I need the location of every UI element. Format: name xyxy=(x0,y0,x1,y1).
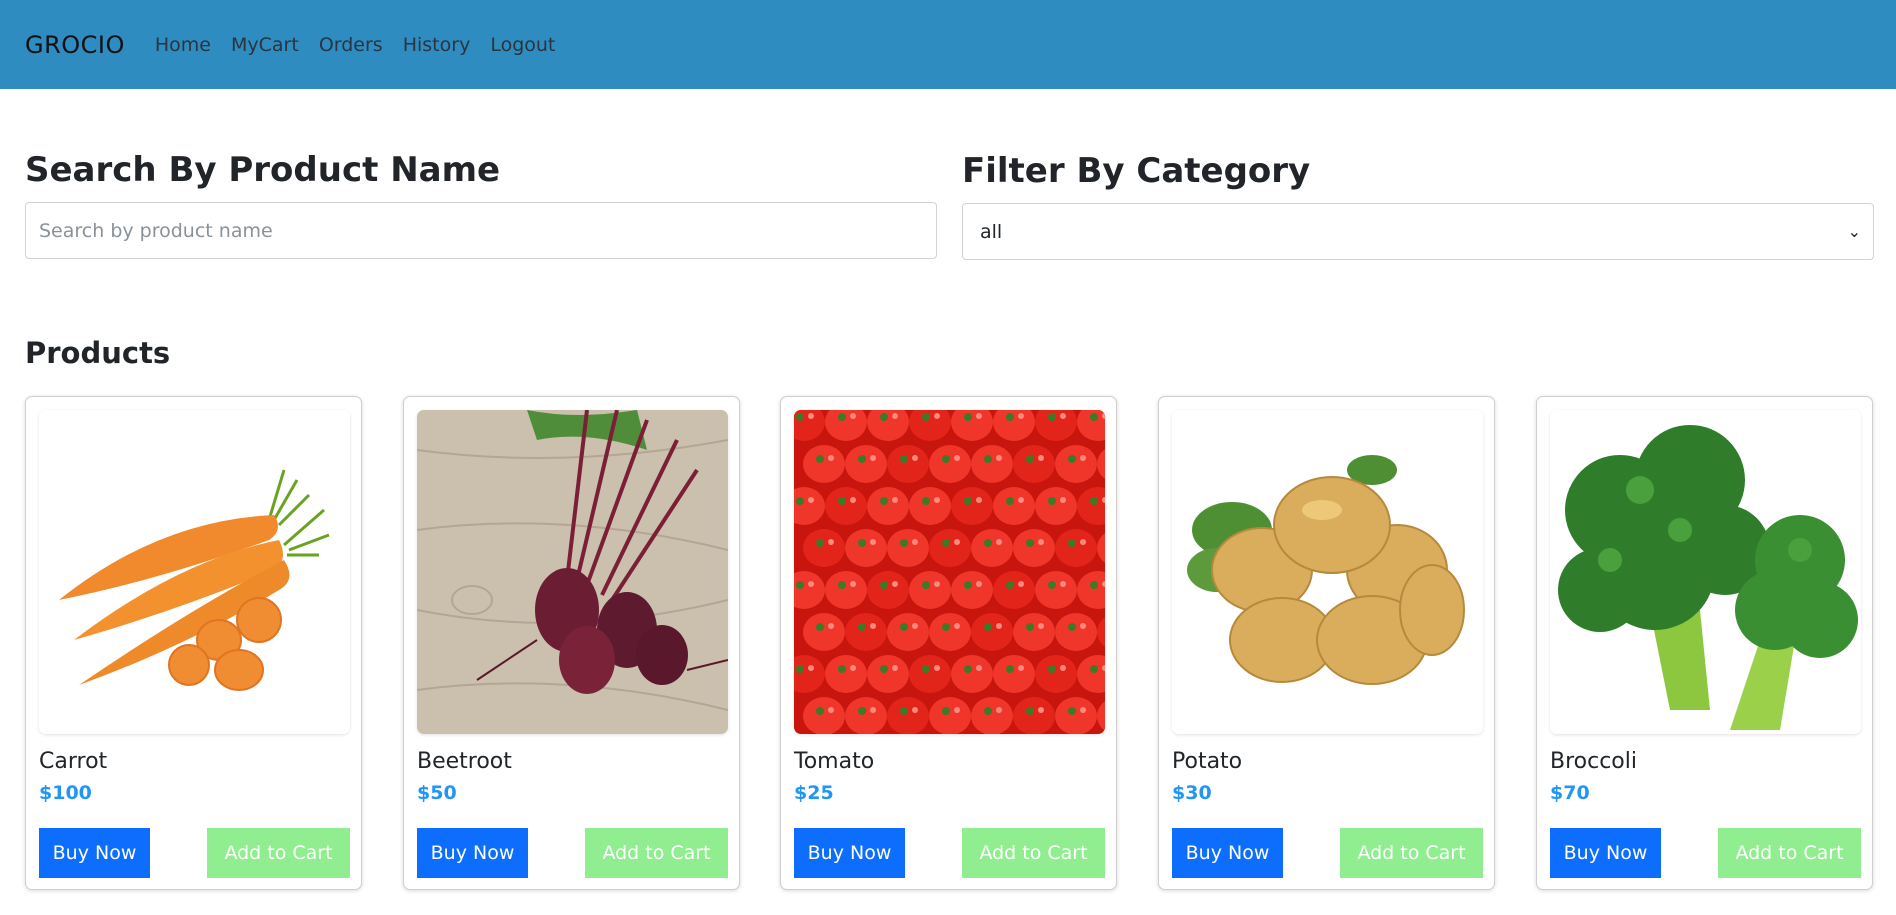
category-select-value: all xyxy=(980,220,1003,243)
buy-now-button[interactable]: Buy Now xyxy=(417,828,528,878)
search-title: Search By Product Name xyxy=(25,150,501,190)
product-price: $50 xyxy=(417,782,457,804)
product-price: $100 xyxy=(39,782,92,804)
product-name: Carrot xyxy=(39,749,108,774)
product-price: $70 xyxy=(1550,782,1590,804)
product-grid: Carrot $100 Buy Now Add to Cart Beetroot… xyxy=(25,396,1875,890)
beetroot-image[interactable] xyxy=(417,410,728,734)
product-name: Potato xyxy=(1172,749,1243,774)
product-name: Beetroot xyxy=(417,749,512,774)
product-price: $25 xyxy=(794,782,834,804)
buy-now-button[interactable]: Buy Now xyxy=(1172,828,1283,878)
search-input[interactable] xyxy=(25,202,937,259)
add-to-cart-button[interactable]: Add to Cart xyxy=(1340,828,1483,878)
product-card: Beetroot $50 Buy Now Add to Cart xyxy=(403,396,740,890)
product-card: Tomato $25 Buy Now Add to Cart xyxy=(780,396,1117,890)
nav-link-logout[interactable]: Logout xyxy=(490,34,555,56)
add-to-cart-button[interactable]: Add to Cart xyxy=(585,828,728,878)
product-name: Tomato xyxy=(794,749,875,774)
products-heading: Products xyxy=(25,336,171,370)
product-name: Broccoli xyxy=(1550,749,1637,774)
potato-image[interactable] xyxy=(1172,410,1483,734)
nav-link-history[interactable]: History xyxy=(403,34,471,56)
chevron-down-icon: ⌄ xyxy=(1847,222,1861,241)
nav-link-home[interactable]: Home xyxy=(155,34,211,56)
nav-link-orders[interactable]: Orders xyxy=(319,34,383,56)
carrot-image[interactable] xyxy=(39,410,350,734)
buy-now-button[interactable]: Buy Now xyxy=(1550,828,1661,878)
brand-logo[interactable]: GROCIO xyxy=(25,31,125,59)
product-card: Carrot $100 Buy Now Add to Cart xyxy=(25,396,362,890)
category-select[interactable]: all ⌄ xyxy=(962,203,1874,260)
add-to-cart-button[interactable]: Add to Cart xyxy=(1718,828,1861,878)
buy-now-button[interactable]: Buy Now xyxy=(39,828,150,878)
product-price: $30 xyxy=(1172,782,1212,804)
broccoli-image[interactable] xyxy=(1550,410,1861,734)
add-to-cart-button[interactable]: Add to Cart xyxy=(962,828,1105,878)
navbar: GROCIO Home MyCart Orders History Logout xyxy=(0,0,1896,89)
product-card: Broccoli $70 Buy Now Add to Cart xyxy=(1536,396,1873,890)
filter-section: Filter By Category all ⌄ xyxy=(962,151,1874,260)
filter-title: Filter By Category xyxy=(962,151,1311,191)
add-to-cart-button[interactable]: Add to Cart xyxy=(207,828,350,878)
buy-now-button[interactable]: Buy Now xyxy=(794,828,905,878)
product-card: Potato $30 Buy Now Add to Cart xyxy=(1158,396,1495,890)
tomato-image[interactable] xyxy=(794,410,1105,734)
search-section: Search By Product Name xyxy=(25,150,937,259)
nav-link-mycart[interactable]: MyCart xyxy=(231,34,299,56)
